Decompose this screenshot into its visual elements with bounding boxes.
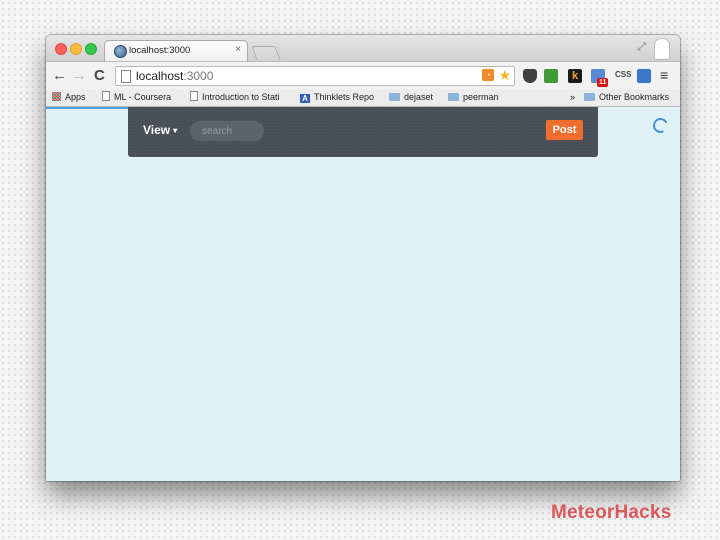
view-label: View <box>143 123 171 137</box>
tab-close-icon[interactable]: × <box>235 44 241 55</box>
folder-icon <box>448 93 459 101</box>
mail-badge: 11 <box>597 78 609 87</box>
bookmark-label: Introduction to Stati <box>202 92 280 102</box>
bookmark-apps[interactable]: Apps <box>52 91 86 104</box>
minimize-window-button[interactable] <box>70 43 82 55</box>
evernote-icon[interactable] <box>544 69 558 83</box>
back-button[interactable]: ← <box>52 67 67 84</box>
search-input[interactable] <box>190 121 264 141</box>
bookmark-label: Apps <box>65 92 86 102</box>
meteorhacks-watermark: MeteorHacks <box>551 502 672 523</box>
page-content: View▾ Post <box>46 107 680 481</box>
css-extension-icon[interactable]: CSS <box>615 70 631 79</box>
tab-title: localhost:3000 <box>129 45 191 56</box>
folder-icon <box>389 93 400 101</box>
page-icon <box>190 91 198 101</box>
meteor-favicon-icon <box>114 45 127 58</box>
maximize-window-button[interactable] <box>85 43 97 55</box>
forward-button[interactable]: → <box>72 67 87 84</box>
bookmark-label: dejaset <box>404 92 434 102</box>
profile-icon[interactable] <box>654 38 670 60</box>
tab-localhost[interactable]: localhost:3000 × <box>104 40 248 62</box>
apps-grid-icon <box>52 92 61 101</box>
url-port: :3000 <box>183 69 214 83</box>
page-icon <box>102 91 110 101</box>
post-button[interactable]: Post <box>546 120 583 140</box>
bookmark-thinklets[interactable]: A Thinklets Repo <box>300 91 374 104</box>
bookmark-peerman[interactable]: peerman <box>448 91 499 104</box>
close-window-button[interactable] <box>55 43 67 55</box>
page-icon <box>121 70 131 83</box>
loading-spinner-icon <box>650 115 671 136</box>
view-menu[interactable]: View ▾ <box>143 123 177 137</box>
a-logo-icon: A <box>300 94 310 103</box>
bookmark-label: ML - Coursera <box>114 92 172 102</box>
bookmarks-bar: Apps ML - Coursera Introduction to Stati… <box>46 89 680 107</box>
bookmark-ml-coursera[interactable]: ML - Coursera <box>102 91 171 104</box>
reload-button[interactable]: C <box>94 67 105 84</box>
browser-toolbar: ← → C localhost:3000 ◔ ★ k 11 CSS ≡ <box>46 61 680 90</box>
browser-window: localhost:3000 × ⤢ ← → C localhost:3000 … <box>46 35 680 481</box>
bookmark-dejaset[interactable]: dejaset <box>389 91 433 104</box>
tab-strip: localhost:3000 × ⤢ <box>46 35 680 62</box>
bookmark-label: Other Bookmarks <box>599 92 670 102</box>
url-text[interactable]: localhost:3000 <box>136 69 213 83</box>
bookmarks-overflow[interactable]: » <box>570 91 575 104</box>
new-tab-button[interactable] <box>251 46 281 60</box>
caret-down-icon: ▾ <box>173 126 178 135</box>
app-navbar: View▾ Post <box>128 107 598 157</box>
bookmark-label: Thinklets Repo <box>314 92 375 102</box>
extension-icon[interactable] <box>637 69 651 83</box>
bookmark-other[interactable]: Other Bookmarks <box>584 91 669 104</box>
rss-icon[interactable]: ◔ <box>482 69 494 81</box>
address-bar[interactable]: localhost:3000 ◔ ★ <box>115 66 515 86</box>
fullscreen-icon[interactable]: ⤢ <box>637 41 646 54</box>
kippt-icon[interactable]: k <box>568 69 582 83</box>
bookmark-intro-stats[interactable]: Introduction to Stati <box>190 91 288 104</box>
bookmark-label: peerman <box>463 92 499 102</box>
pocket-icon[interactable] <box>523 69 537 83</box>
url-host: localhost <box>136 69 184 83</box>
chrome-menu-icon[interactable]: ≡ <box>660 67 668 83</box>
bookmark-star-icon[interactable]: ★ <box>498 67 511 83</box>
folder-icon <box>584 93 595 101</box>
